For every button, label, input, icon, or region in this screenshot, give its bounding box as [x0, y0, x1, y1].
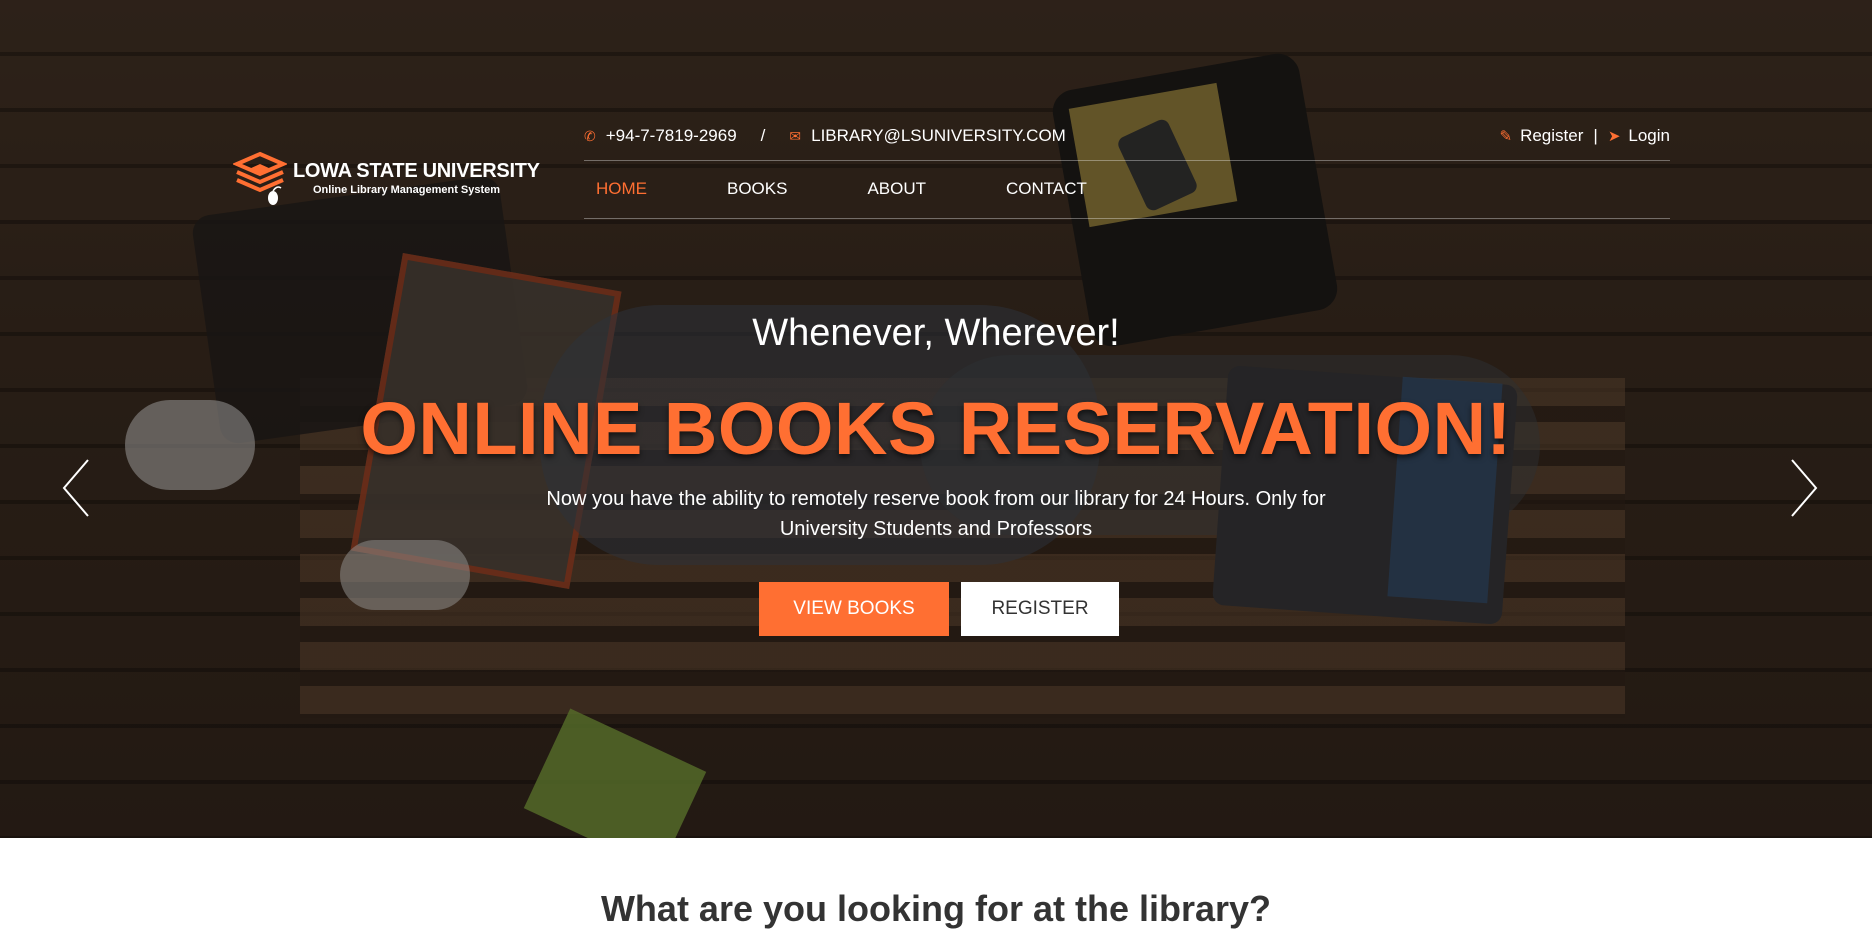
auth-divider: |: [1593, 126, 1598, 145]
nav-item-about[interactable]: ABOUT: [867, 179, 926, 199]
logo-title: LOWA STATE UNIVERSITY: [293, 159, 540, 182]
site-logo[interactable]: LOWA STATE UNIVERSITY Online Library Man…: [233, 150, 540, 206]
top-bar: ✆ +94-7-7819-2969 / ✉ LIBRARY@LSUNIVERSI…: [584, 116, 1670, 161]
hero-carousel: LOWA STATE UNIVERSITY Online Library Man…: [0, 0, 1872, 838]
hero-description: Now you have the ability to remotely res…: [546, 488, 1326, 540]
email-address[interactable]: LIBRARY@LSUNIVERSITY.COM: [811, 126, 1066, 146]
nav-item-contact[interactable]: CONTACT: [1006, 179, 1087, 199]
envelope-icon: ✉: [789, 127, 802, 144]
view-books-button[interactable]: VIEW BOOKS: [759, 582, 949, 636]
logo-subtitle: Online Library Management System: [313, 183, 501, 196]
chevron-right-icon[interactable]: [1782, 456, 1822, 520]
register-link[interactable]: Register: [1520, 126, 1583, 146]
edit-icon: ✎: [1499, 128, 1513, 145]
hero-headline: ONLINE BOOKS RESERVATION!: [360, 387, 1512, 470]
contact-info: ✆ +94-7-7819-2969 / ✉ LIBRARY@LSUNIVERSI…: [584, 126, 1066, 146]
nav-item-books[interactable]: BOOKS: [727, 179, 787, 199]
register-button[interactable]: REGISTER: [961, 582, 1119, 636]
contact-separator: /: [760, 126, 766, 145]
books-logo-icon: [233, 151, 287, 205]
sign-in-icon: ➤: [1607, 128, 1621, 145]
hero-tagline: Whenever, Wherever!: [752, 312, 1120, 354]
chevron-left-icon[interactable]: [58, 456, 98, 520]
main-nav: HOME BOOKS ABOUT CONTACT: [584, 160, 1670, 219]
login-link[interactable]: Login: [1628, 126, 1670, 146]
phone-number[interactable]: +94-7-7819-2969: [606, 126, 737, 146]
phone-icon: ✆: [584, 127, 596, 144]
auth-links: ✎ Register | ➤ Login: [1500, 126, 1671, 146]
nav-item-home[interactable]: HOME: [596, 179, 647, 199]
section-title: What are you looking for at the library?: [600, 888, 1272, 929]
